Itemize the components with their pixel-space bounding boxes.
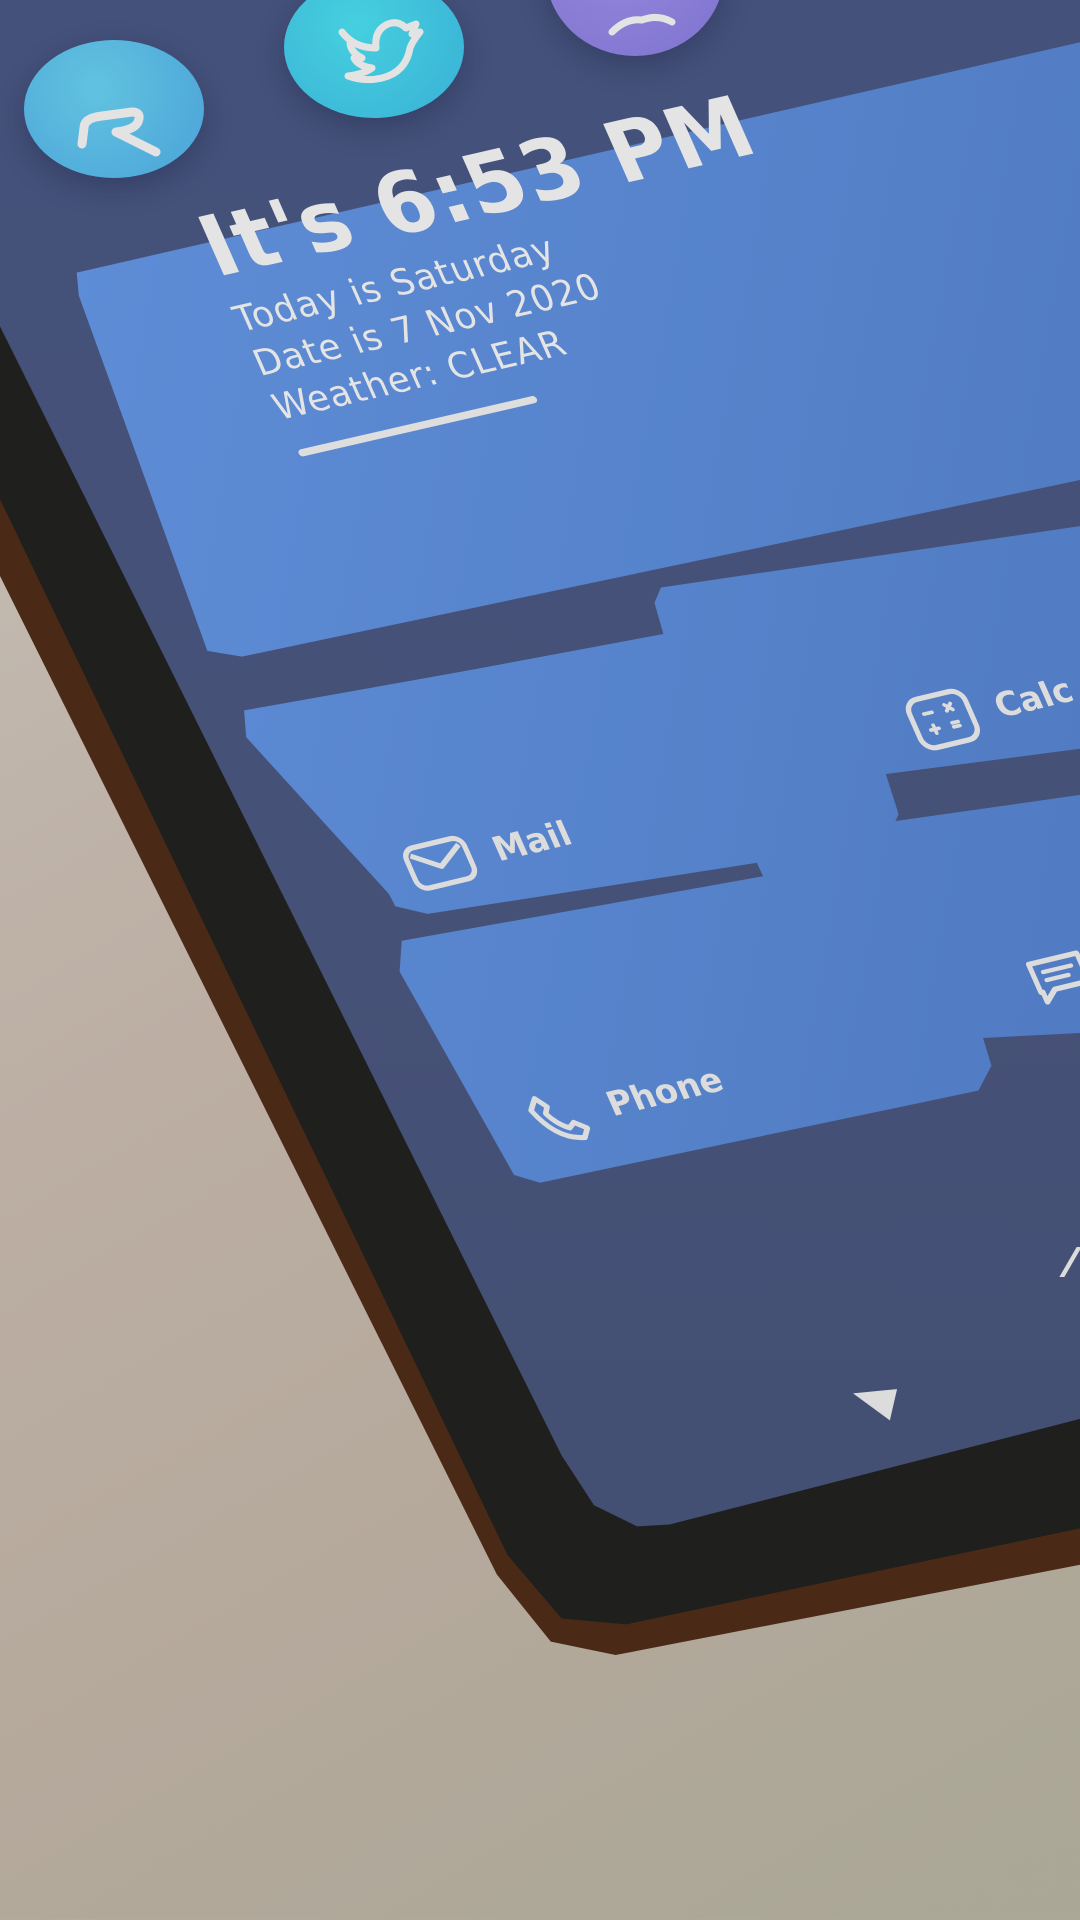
rf-shortcut-button[interactable] <box>24 40 204 178</box>
discord-icon <box>608 13 676 36</box>
discord-shortcut-button[interactable] <box>546 0 724 56</box>
twitter-icon <box>338 19 424 84</box>
rf-logo-icon <box>77 107 161 157</box>
twitter-shortcut-button[interactable] <box>284 0 464 118</box>
calculator-label: Calc <box>987 669 1080 726</box>
phone-device: It's 6:53 PM Today is Saturday Date is 7… <box>0 0 1080 1920</box>
